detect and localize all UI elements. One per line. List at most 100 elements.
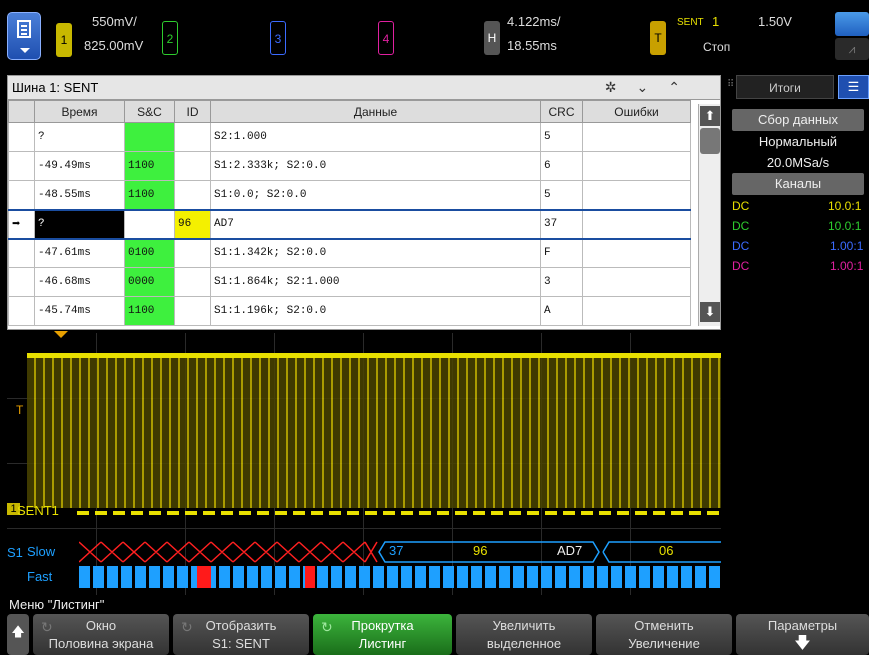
col-errors: Ошибки xyxy=(582,100,691,123)
table-row[interactable]: -47.61ms 0100 S1:1.342k; S2:0.0 F xyxy=(8,238,691,268)
cell-data: S1:1.864k; S2:1.000 xyxy=(210,267,541,297)
cell-errors xyxy=(582,208,691,240)
horizontal-button[interactable]: H xyxy=(484,21,500,55)
gear-icon[interactable]: ✲ xyxy=(605,79,637,95)
waveform-display[interactable]: T 1 SENT1 S1 Slow Fast 37 96 AD7 06 xyxy=(7,331,721,595)
trigger-position-marker[interactable] xyxy=(54,331,68,338)
cell-crc: 5 xyxy=(540,180,583,210)
softkey-label: Отменить xyxy=(634,618,694,633)
cell-time: -48.55ms xyxy=(34,180,125,210)
panel-menu-icon[interactable]: ☰ xyxy=(838,75,869,99)
channel-1-trace xyxy=(27,358,721,508)
sample-rate: 20.0MSa/s xyxy=(766,155,830,170)
scroll-down-icon[interactable]: ⬇ xyxy=(700,302,720,322)
row-pointer-icon: ➡ xyxy=(8,208,35,240)
row-marker xyxy=(8,180,35,210)
slow-value-4: 06 xyxy=(659,543,674,558)
undo-zoom-softkey[interactable]: Отменить Увеличение xyxy=(596,614,732,655)
slow-value-3: AD7 xyxy=(557,543,583,558)
cell-time: -47.61ms xyxy=(34,238,125,268)
row-marker xyxy=(8,267,35,297)
table-row[interactable]: -46.68ms 0000 S1:1.864k; S2:1.000 3 xyxy=(8,267,691,297)
acquisition-header: Сбор данных xyxy=(732,109,864,131)
softkey-value: Половина экрана xyxy=(48,636,154,651)
cell-crc: 6 xyxy=(540,151,583,181)
cell-data: S1:0.0; S2:0.0 xyxy=(210,180,541,210)
slow-channel-label: Slow xyxy=(27,544,56,559)
slow-value-2: 96 xyxy=(473,543,488,558)
cell-id xyxy=(174,267,211,297)
drag-handle-icon[interactable]: ⠿ xyxy=(727,79,734,90)
rotate-knob-icon: ↻ xyxy=(41,619,53,635)
channel-1-scale: 550mV/ xyxy=(92,14,137,29)
scroll-thumb[interactable] xyxy=(700,128,720,154)
table-row[interactable]: -48.55ms 1100 S1:0.0; S2:0.0 5 xyxy=(8,180,691,210)
trigger-type: SENT xyxy=(677,17,704,28)
listing-table: Время S&C ID Данные CRC Ошибки ? S2:1.00… xyxy=(8,100,691,326)
channel-1-button[interactable]: 1 xyxy=(56,23,72,57)
col-crc: CRC xyxy=(540,100,583,123)
cell-data: S1:2.333k; S2:0.0 xyxy=(210,151,541,181)
scroll-softkey[interactable]: ↻ Прокрутка Листинг xyxy=(313,614,452,655)
tab-summary[interactable]: Итоги xyxy=(736,75,834,99)
cell-crc: A xyxy=(540,296,583,326)
cell-crc: 3 xyxy=(540,267,583,297)
table-row[interactable]: -49.49ms 1100 S1:2.333k; S2:0.0 6 xyxy=(8,151,691,181)
cell-errors xyxy=(582,238,691,268)
cell-data: S1:1.196k; S2:0.0 xyxy=(210,296,541,326)
row-marker xyxy=(8,296,35,326)
options-softkey[interactable]: Параметры 🡇 xyxy=(736,614,869,655)
col-id: ID xyxy=(174,100,211,123)
display-softkey[interactable]: ↻ Отобразить S1: SENT xyxy=(173,614,309,655)
trigger-button[interactable]: T xyxy=(650,21,666,55)
fast-error-block xyxy=(197,566,211,588)
col-data: Данные xyxy=(210,100,541,123)
channels-header: Каналы xyxy=(732,173,864,195)
cell-time: -49.49ms xyxy=(34,151,125,181)
softkey-value: Увеличение xyxy=(628,636,700,651)
trigger-source: 1 xyxy=(712,14,720,29)
listing-scrollbar[interactable]: ⬆ ⬇ xyxy=(698,104,720,326)
cell-time: ? xyxy=(34,122,125,152)
collapse-up-icon[interactable]: ⌃ xyxy=(668,79,700,95)
channel-1-trace-low xyxy=(77,511,721,515)
listing-window: Шина 1: SENT ✲⌄⌃ Время S&C ID Данные CRC… xyxy=(7,75,721,330)
table-row-selected[interactable]: ➡ ? 96 AD7 37 xyxy=(8,208,691,240)
run-status: Стоп xyxy=(703,40,731,54)
cell-errors xyxy=(582,151,691,181)
acquisition-mode: Нормальный xyxy=(758,134,838,149)
zoom-box-button[interactable] xyxy=(835,12,869,36)
col-time: Время xyxy=(34,100,125,123)
scroll-up-icon[interactable]: ⬆ xyxy=(700,106,720,126)
row-marker xyxy=(8,238,35,268)
trigger-level: 1.50V xyxy=(758,14,792,29)
horizontal-delay: 18.55ms xyxy=(507,38,557,53)
window-softkey[interactable]: ↻ Окно Половина экрана xyxy=(33,614,169,655)
channel-4-button[interactable]: 4 xyxy=(378,21,394,55)
table-row[interactable]: ? S2:1.000 5 xyxy=(8,122,691,152)
cell-sc: 1100 xyxy=(124,180,175,210)
cell-time: -46.68ms xyxy=(34,267,125,297)
bus-label-sent1: SENT1 xyxy=(17,503,59,518)
channel-3-button[interactable]: 3 xyxy=(270,21,286,55)
horizontal-scale: 4.122ms/ xyxy=(507,14,561,29)
row-marker xyxy=(8,151,35,181)
menu-icon xyxy=(17,20,31,38)
expand-down-icon[interactable]: ⌄ xyxy=(637,79,669,95)
softkey-label: Увеличить xyxy=(492,618,556,633)
cell-time: ? xyxy=(34,208,125,240)
cell-errors xyxy=(582,296,691,326)
marker-col xyxy=(8,100,35,123)
arrow-up-icon: 🡅 xyxy=(11,624,25,639)
cell-id: 96 xyxy=(174,208,211,240)
cell-crc: 37 xyxy=(540,208,583,240)
waveform-icon-button[interactable]: ⩘ xyxy=(835,38,869,60)
trigger-level-marker[interactable]: T xyxy=(16,403,23,417)
top-status-bar: 1 550mV/ 825.00mV 2 3 4 H 4.122ms/ 18.55… xyxy=(0,0,869,70)
softkey-value: S1: SENT xyxy=(212,636,270,651)
table-row[interactable]: -45.74ms 1100 S1:1.196k; S2:0.0 A xyxy=(8,296,691,326)
zoom-selected-softkey[interactable]: Увеличить выделенное xyxy=(456,614,592,655)
channel-2-button[interactable]: 2 xyxy=(162,21,178,55)
main-menu-button[interactable] xyxy=(7,12,41,60)
back-button[interactable]: 🡅 xyxy=(7,614,29,655)
